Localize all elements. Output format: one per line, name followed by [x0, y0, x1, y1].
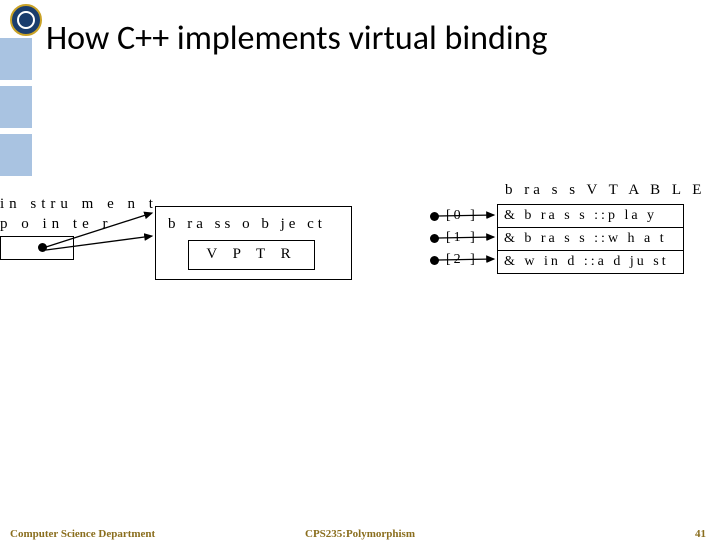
instrument-pointer-label: in stru m e n t	[0, 196, 158, 213]
index-dot-1	[430, 234, 439, 243]
instrument-pointer-label2: p o in te r	[0, 216, 113, 233]
vtable-row: & b ra s s ::w h a t	[498, 228, 683, 251]
vtable-diagram: in stru m e n t p o in te r b ra ss o b …	[0, 188, 720, 338]
vtable-box: & b ra s s ::p la y & b ra s s ::w h a t…	[497, 204, 684, 274]
vtable-index-0: [0 ]	[446, 208, 478, 224]
university-logo	[10, 4, 42, 36]
vtable-row: & b ra s s ::p la y	[498, 205, 683, 228]
vtable-index-1: [1 ]	[446, 230, 478, 246]
bg-stripe	[0, 86, 32, 128]
pointer-dot	[38, 243, 47, 252]
index-dot-0	[430, 212, 439, 221]
instrument-pointer-box	[0, 236, 74, 260]
vtable-title: b ra s s V T A B L E	[505, 182, 705, 199]
vtable-row: & w in d ::a d ju st	[498, 251, 683, 273]
footer-course: CPS235:Polymorphism	[0, 528, 720, 540]
index-dot-2	[430, 256, 439, 265]
vptr-box: V P T R	[188, 240, 315, 270]
footer-page-number: 41	[695, 528, 706, 540]
slide-title: How C++ implements virtual binding	[46, 18, 548, 59]
vtable-entry: & b ra s s ::w h a t	[504, 231, 667, 247]
bg-stripe	[0, 38, 32, 80]
brass-object-label: b ra ss o b je ct	[168, 216, 326, 233]
vptr-label: V P T R	[206, 246, 296, 263]
vtable-index-2: [2 ]	[446, 252, 478, 268]
vtable-entry: & b ra s s ::p la y	[504, 208, 657, 224]
logo-inner	[17, 11, 35, 29]
bg-stripe	[0, 134, 32, 176]
vtable-entry: & w in d ::a d ju st	[504, 254, 669, 270]
